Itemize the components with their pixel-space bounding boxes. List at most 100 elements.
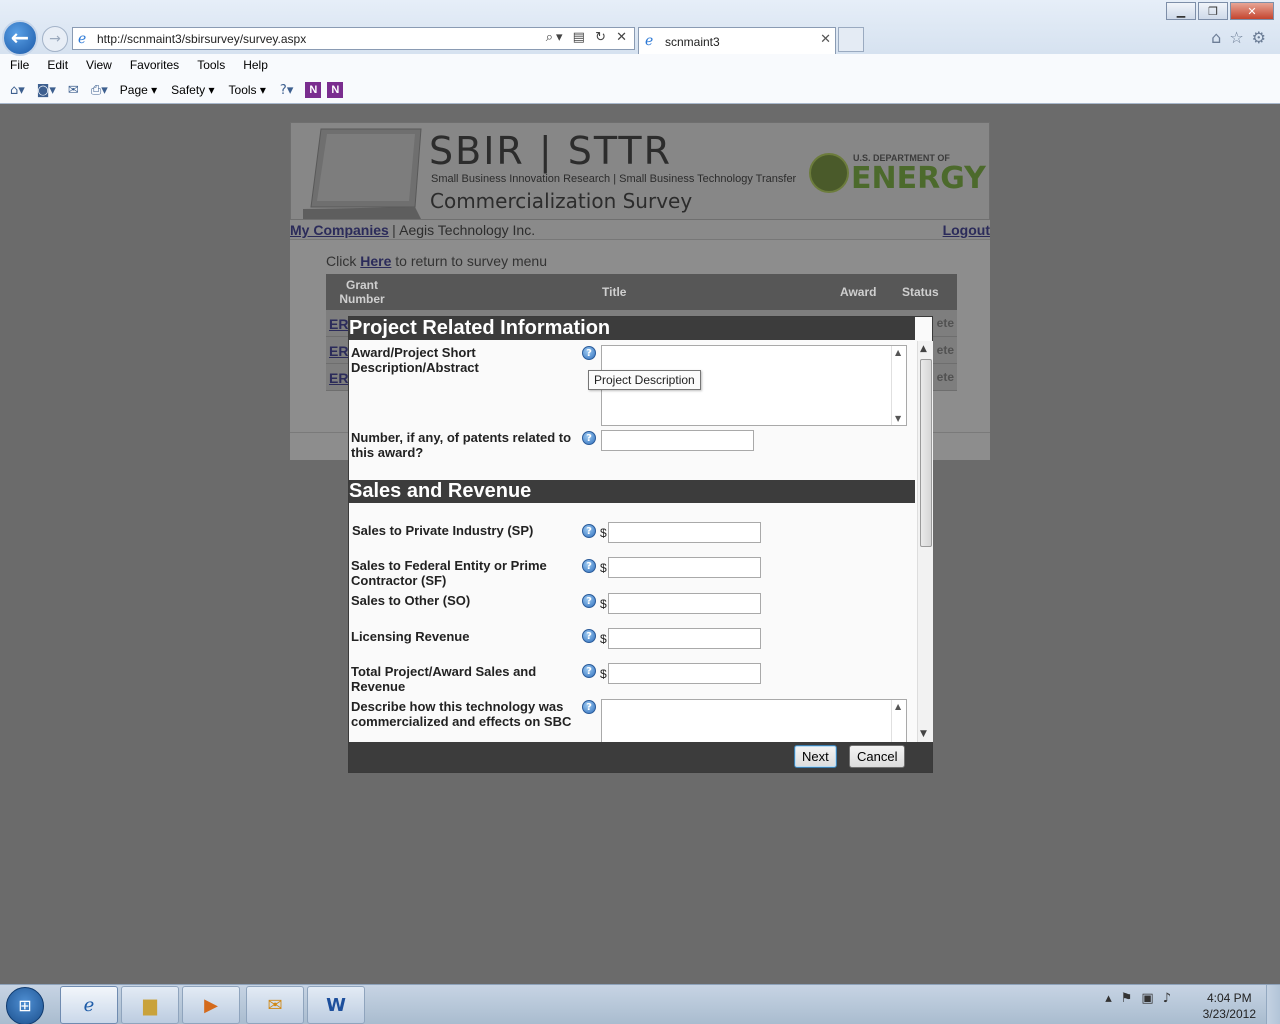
onenote-icon[interactable]: N <box>305 82 322 98</box>
forward-button[interactable]: → <box>42 26 68 52</box>
currency-symbol: $ <box>600 597 607 611</box>
scroll-down-icon[interactable]: ▼ <box>920 729 927 739</box>
help-icon[interactable]: ? <box>582 346 596 360</box>
scrollbar-thumb[interactable] <box>920 359 932 547</box>
tab-scnmaint3[interactable]: ℯ scnmaint3 ✕ <box>638 27 836 54</box>
address-bar-controls[interactable]: ⌕▾ ▤ ↻ ✕ <box>546 30 630 45</box>
action-center-flag-icon[interactable]: ⚑ <box>1121 991 1142 1006</box>
patents-input[interactable] <box>601 430 754 451</box>
abstract-label: Award/Project Short Description/Abstract <box>351 345 479 375</box>
show-desktop-button[interactable] <box>1266 985 1280 1024</box>
menu-edit[interactable]: Edit <box>47 55 68 75</box>
start-button[interactable]: ⊞ <box>6 987 44 1024</box>
minimize-button[interactable]: ▁ <box>1166 2 1196 20</box>
help-icon[interactable]: ? <box>582 559 596 573</box>
sf-label: Sales to Federal Entity or Prime Contrac… <box>351 558 547 588</box>
menu-view[interactable]: View <box>86 55 112 75</box>
logout-link[interactable]: Logout <box>943 220 990 240</box>
currency-symbol: $ <box>600 632 607 646</box>
onenote-linked-icon[interactable]: N <box>327 82 344 98</box>
textarea-scrollbar[interactable]: ▲▼ <box>891 700 906 742</box>
menu-file[interactable]: File <box>10 55 29 75</box>
tools-menu[interactable]: Tools ▾ <box>229 83 266 97</box>
describe-label: Describe how this technology was commerc… <box>351 699 572 729</box>
show-hidden-icons-icon[interactable]: ▴ <box>1105 991 1121 1006</box>
sbir-sttr-brand: SBIR | STTR <box>429 129 673 173</box>
folder-icon: ▆ <box>143 994 157 1016</box>
modal-scrollbar[interactable]: ▲ ▼ <box>917 341 933 742</box>
taskbar-outlook[interactable]: ✉ <box>246 986 304 1024</box>
windows-logo-icon: ⊞ <box>18 996 32 1015</box>
brand-tagline: Small Business Innovation Research | Sma… <box>431 173 797 185</box>
network-icon[interactable]: ▣ <box>1141 991 1162 1006</box>
here-link[interactable]: Here <box>360 253 391 269</box>
address-bar[interactable]: ℯ http://scnmaint3/sbirsurvey/survey.asp… <box>72 27 635 50</box>
home-favorites-tools-icons[interactable]: ⌂☆⚙ <box>1211 28 1274 47</box>
feeds-icon[interactable]: ◙▾ <box>37 83 56 98</box>
header-grant-number: Grant Number <box>339 278 385 306</box>
textarea-scrollbar[interactable]: ▲▼ <box>891 346 906 425</box>
help-icon[interactable]: ? <box>582 524 596 538</box>
my-companies-link[interactable]: My Companies <box>290 222 389 238</box>
new-tab-button[interactable] <box>838 27 864 52</box>
scroll-up-icon[interactable]: ▲ <box>895 702 901 711</box>
back-button[interactable]: ← <box>2 20 38 56</box>
ie-page-icon: ℯ <box>78 31 87 47</box>
mail-icon[interactable]: ✉ <box>68 83 79 98</box>
address-url[interactable]: http://scnmaint3/sbirsurvey/survey.aspx <box>97 32 306 46</box>
click-suffix: to return to survey menu <box>395 253 548 269</box>
windows-taskbar: ⊞ ℯ ▆ ▶ ✉ W ▴⚑▣♪ 4:04 PM 3/23/2012 <box>0 984 1280 1024</box>
describe-textarea[interactable]: ▲▼ <box>601 699 907 742</box>
tab-close-icon[interactable]: ✕ <box>820 32 831 47</box>
taskbar-explorer[interactable]: ▆ <box>121 986 179 1024</box>
volume-icon[interactable]: ♪ <box>1163 991 1180 1006</box>
command-bar: ⌂▾ ◙▾ ✉ ⎙▾ Page ▾ Safety ▾ Tools ▾ ?▾ N … <box>0 78 1280 102</box>
home-icon[interactable]: ⌂▾ <box>10 83 25 98</box>
so-input[interactable] <box>608 593 761 614</box>
next-button[interactable]: Next <box>794 745 837 768</box>
help-icon[interactable]: ?▾ <box>280 83 293 98</box>
help-icon[interactable]: ? <box>582 431 596 445</box>
cancel-button[interactable]: Cancel <box>849 745 906 768</box>
row-status[interactable]: ete <box>937 370 954 384</box>
row-status[interactable]: ete <box>937 343 954 357</box>
help-icon[interactable]: ? <box>582 700 596 714</box>
close-window-button[interactable]: ✕ <box>1230 2 1274 20</box>
restore-button[interactable]: ❐ <box>1198 2 1228 20</box>
sf-input[interactable] <box>608 557 761 578</box>
grant-link[interactable]: ER <box>329 370 348 386</box>
system-clock[interactable]: 4:04 PM 3/23/2012 <box>1203 990 1256 1022</box>
licensing-label: Licensing Revenue <box>351 629 470 644</box>
modal-scroll-area[interactable]: Project Related Information Award/Projec… <box>349 317 916 742</box>
menu-tools[interactable]: Tools <box>197 55 225 75</box>
sp-input[interactable] <box>608 522 761 543</box>
grant-link[interactable]: ER <box>329 343 348 359</box>
header-title: Title <box>602 285 627 299</box>
grant-link[interactable]: ER <box>329 316 348 332</box>
taskbar-word[interactable]: W <box>307 986 365 1024</box>
outlook-icon: ✉ <box>267 994 283 1016</box>
scroll-up-icon[interactable]: ▲ <box>895 348 901 357</box>
help-icon[interactable]: ? <box>582 664 596 678</box>
licensing-input[interactable] <box>608 628 761 649</box>
page-menu[interactable]: Page ▾ <box>120 83 157 97</box>
safety-menu[interactable]: Safety ▾ <box>171 83 214 97</box>
menu-help[interactable]: Help <box>243 55 268 75</box>
scroll-up-icon[interactable]: ▲ <box>920 344 927 354</box>
doe-label-energy: ENERGY <box>851 161 986 196</box>
total-input[interactable] <box>608 663 761 684</box>
print-icon[interactable]: ⎙▾ <box>91 83 108 98</box>
row-status[interactable]: ete <box>937 316 954 330</box>
media-player-icon: ▶ <box>204 994 218 1016</box>
patents-label: Number, if any, of patents related to th… <box>351 430 572 460</box>
total-label: Total Project/Award Sales and Revenue <box>351 664 537 694</box>
help-icon[interactable]: ? <box>582 594 596 608</box>
help-icon[interactable]: ? <box>582 629 596 643</box>
scroll-down-icon[interactable]: ▼ <box>895 414 901 423</box>
menu-favorites[interactable]: Favorites <box>130 55 179 75</box>
system-tray[interactable]: ▴⚑▣♪ <box>1105 991 1180 1006</box>
forward-arrow-icon: → <box>49 31 61 47</box>
taskbar-media-player[interactable]: ▶ <box>182 986 240 1024</box>
taskbar-internet-explorer[interactable]: ℯ <box>60 986 118 1024</box>
window-controls: ▁ ❐ ✕ <box>1164 2 1274 20</box>
